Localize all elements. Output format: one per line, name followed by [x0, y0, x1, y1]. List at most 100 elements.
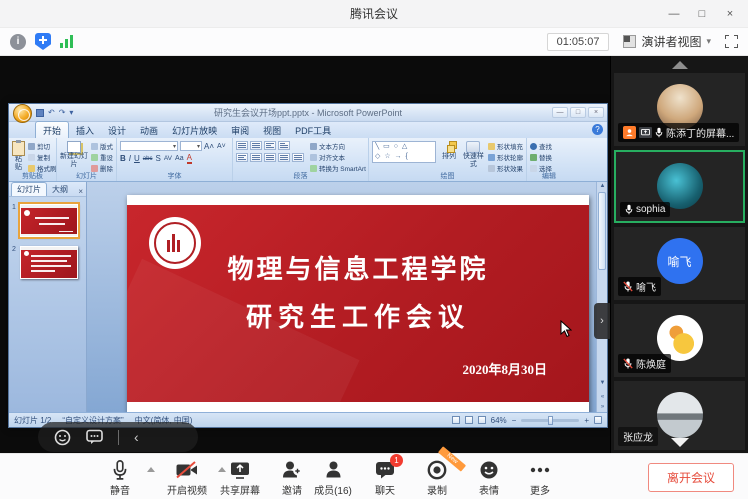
- shapes-gallery[interactable]: ╲ ▭ ○ △ ◇ ☆ → {: [372, 141, 436, 163]
- scrollbar-down-icon[interactable]: ▼: [598, 380, 607, 386]
- reactions-button[interactable]: 表情: [462, 459, 516, 497]
- previous-slide-button[interactable]: «: [598, 394, 607, 400]
- close-button[interactable]: ×: [716, 0, 744, 28]
- text-direction-button[interactable]: 文本方向: [310, 141, 366, 151]
- maximize-button[interactable]: □: [688, 0, 716, 28]
- slide-thumbnail-1[interactable]: 1: [12, 204, 83, 237]
- panel-close-icon[interactable]: ×: [78, 187, 83, 196]
- justify-icon[interactable]: [278, 153, 290, 162]
- shape-fill-button[interactable]: 形状填充: [488, 141, 523, 151]
- tab-animation[interactable]: 动画: [133, 122, 165, 138]
- columns-icon[interactable]: [292, 153, 304, 162]
- participant-tile[interactable]: 喻飞 喻飞: [614, 227, 745, 300]
- save-icon[interactable]: [36, 109, 44, 117]
- participant-tile[interactable]: 陈焕庭: [614, 304, 745, 377]
- zoom-slider[interactable]: [521, 419, 579, 422]
- panel-tab-outline[interactable]: 大纲: [47, 183, 73, 196]
- arrange-button[interactable]: 排列: [439, 141, 458, 172]
- underline-button[interactable]: U: [134, 154, 140, 163]
- slideshow-view-icon[interactable]: [478, 416, 486, 424]
- quick-styles-button[interactable]: 快速样式: [462, 141, 485, 172]
- align-right-icon[interactable]: [264, 153, 276, 162]
- copy-button[interactable]: 复制: [28, 152, 57, 162]
- mute-options-caret[interactable]: [147, 467, 155, 472]
- font-color-button[interactable]: A: [187, 153, 192, 164]
- view-mode-switcher[interactable]: 演讲者视图 ▾: [623, 33, 711, 50]
- slide-canvas[interactable]: 物理与信息工程学院 研究生工作会议 2020年8月30日: [127, 195, 589, 412]
- participant-tile-active-speaker[interactable]: sophia: [614, 150, 745, 223]
- sidebar-collapse-handle[interactable]: ›: [594, 303, 610, 339]
- start-video-button[interactable]: 开启视频: [160, 459, 214, 497]
- tab-home[interactable]: 开始: [35, 121, 69, 138]
- collapse-pill-icon[interactable]: ‹: [134, 430, 139, 444]
- scroll-down-icon[interactable]: [671, 438, 689, 447]
- font-size-select[interactable]: ▾: [180, 141, 202, 151]
- align-text-button[interactable]: 对齐文本: [310, 152, 366, 162]
- slide-scrollbar[interactable]: ▲ ▼ « »: [596, 182, 607, 412]
- grow-shrink-font[interactable]: A˄A˅: [204, 142, 226, 151]
- zoom-out-icon[interactable]: −: [512, 416, 517, 425]
- italic-button[interactable]: I: [129, 154, 131, 163]
- change-case-button[interactable]: Aa: [175, 155, 184, 162]
- tab-review[interactable]: 审阅: [224, 122, 256, 138]
- quick-access-toolbar[interactable]: ↶ ↷ ▾: [36, 108, 73, 117]
- security-shield-icon[interactable]: [35, 33, 51, 50]
- reset-button[interactable]: 重设: [91, 152, 113, 162]
- office-button[interactable]: [13, 104, 32, 123]
- shadow-button[interactable]: S: [155, 154, 160, 163]
- ppt-close-button[interactable]: ×: [588, 107, 604, 118]
- scrollbar-up-icon[interactable]: ▲: [598, 183, 607, 189]
- align-left-icon[interactable]: [236, 153, 248, 162]
- tab-pdf-tools[interactable]: PDF工具: [288, 122, 338, 138]
- mute-button[interactable]: 静音: [93, 459, 147, 497]
- minimize-button[interactable]: —: [660, 0, 688, 28]
- indent-decrease-icon[interactable]: [264, 141, 276, 150]
- share-screen-button[interactable]: 共享屏幕: [213, 459, 267, 497]
- cut-button[interactable]: 剪切: [28, 141, 57, 151]
- normal-view-icon[interactable]: [452, 416, 460, 424]
- tab-insert[interactable]: 插入: [69, 122, 101, 138]
- more-button[interactable]: 更多: [513, 459, 567, 497]
- slide-thumbnail-2[interactable]: 2: [12, 246, 83, 279]
- participant-tile-sharing[interactable]: 陈添丁的屏幕...: [614, 73, 745, 146]
- meeting-info-icon[interactable]: i: [10, 34, 26, 50]
- next-slide-button[interactable]: »: [598, 404, 607, 410]
- layout-button[interactable]: 版式: [91, 141, 113, 151]
- ppt-minimize-button[interactable]: —: [552, 107, 568, 118]
- scrollbar-thumb[interactable]: [598, 192, 606, 270]
- paste-button[interactable]: 粘贴: [12, 141, 25, 172]
- zoom-slider-knob[interactable]: [548, 416, 553, 425]
- zoom-in-icon[interactable]: +: [584, 416, 589, 425]
- tab-design[interactable]: 设计: [101, 122, 133, 138]
- bullets-icon[interactable]: [236, 141, 248, 150]
- network-signal-icon[interactable]: [60, 35, 73, 48]
- undo-icon[interactable]: ↶: [48, 108, 55, 117]
- slide-sorter-icon[interactable]: [465, 416, 473, 424]
- char-spacing-button[interactable]: AV: [164, 155, 172, 162]
- indent-increase-icon[interactable]: [278, 141, 290, 150]
- ppt-maximize-button[interactable]: □: [570, 107, 586, 118]
- new-slide-button[interactable]: 新建幻灯片: [60, 141, 88, 172]
- leave-meeting-button[interactable]: 离开会议: [648, 463, 734, 492]
- find-button[interactable]: 查找: [530, 141, 552, 151]
- help-icon[interactable]: ?: [592, 124, 603, 135]
- numbering-icon[interactable]: [250, 141, 262, 150]
- tab-slideshow[interactable]: 幻灯片放映: [165, 122, 224, 138]
- scroll-up-icon[interactable]: [672, 61, 688, 69]
- strikethrough-button[interactable]: abc: [143, 156, 153, 162]
- chat-button[interactable]: 1 聊天: [358, 459, 412, 497]
- fullscreen-icon[interactable]: [725, 35, 738, 48]
- chat-bubble-icon[interactable]: [86, 429, 103, 445]
- replace-button[interactable]: 替换: [530, 152, 552, 162]
- panel-tab-slides[interactable]: 幻灯片: [11, 182, 47, 196]
- font-name-select[interactable]: ▾: [120, 141, 178, 151]
- shape-outline-button[interactable]: 形状轮廓: [488, 152, 523, 162]
- redo-icon[interactable]: ↷: [59, 108, 66, 117]
- fit-to-window-icon[interactable]: [594, 416, 602, 424]
- tab-view[interactable]: 视图: [256, 122, 288, 138]
- emoji-icon[interactable]: [54, 429, 71, 446]
- members-button[interactable]: 成员(16): [306, 459, 360, 497]
- bold-button[interactable]: B: [120, 154, 126, 163]
- align-center-icon[interactable]: [250, 153, 262, 162]
- record-button[interactable]: New 录制: [410, 459, 464, 497]
